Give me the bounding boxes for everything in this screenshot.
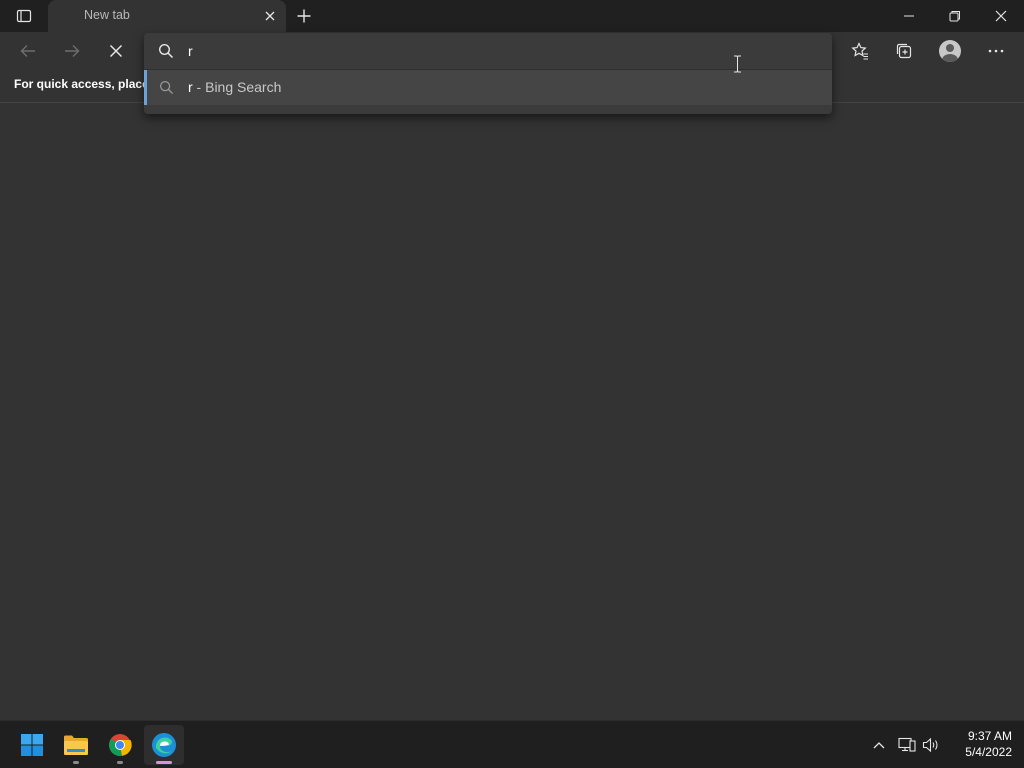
active-indicator <box>156 761 172 764</box>
volume-icon[interactable] <box>920 733 942 757</box>
minimize-icon[interactable] <box>886 0 932 32</box>
address-input[interactable] <box>188 39 788 63</box>
suggestion-suffix: - Bing Search <box>192 79 282 95</box>
search-icon <box>159 80 174 95</box>
chrome-icon <box>109 734 132 757</box>
windows-logo-icon <box>21 734 43 756</box>
back-arrow-icon[interactable] <box>12 35 44 67</box>
collections-icon[interactable] <box>888 35 920 67</box>
suggestion-text: r - Bing Search <box>188 79 281 95</box>
search-icon <box>158 43 174 59</box>
network-icon[interactable] <box>896 733 918 757</box>
running-indicator <box>73 761 79 764</box>
clock-time: 9:37 AM <box>967 729 1012 743</box>
stop-loading-icon[interactable] <box>100 35 132 67</box>
suggestion-bing-search[interactable]: r - Bing Search <box>144 70 832 105</box>
show-hidden-icons-chevron-icon[interactable] <box>868 733 890 757</box>
file-explorer-button[interactable] <box>56 725 96 765</box>
folder-icon <box>64 735 88 755</box>
system-clock[interactable]: 9:37 AM 5/4/2022 <box>948 728 1012 760</box>
restore-icon[interactable] <box>932 0 978 32</box>
text-cursor-icon <box>733 55 742 73</box>
title-bar: New tab <box>0 0 1024 32</box>
tab-close-icon[interactable] <box>260 6 280 26</box>
profile-avatar[interactable] <box>934 35 966 67</box>
tab-actions-icon[interactable] <box>8 4 40 28</box>
selection-accent <box>144 70 147 105</box>
start-button[interactable] <box>12 725 52 765</box>
favorites-star-icon[interactable] <box>844 35 876 67</box>
avatar <box>939 40 961 62</box>
close-window-icon[interactable] <box>978 0 1024 32</box>
forward-arrow-icon[interactable] <box>56 35 88 67</box>
edge-icon <box>152 733 176 757</box>
running-indicator <box>117 761 123 764</box>
tab-new-tab[interactable]: New tab <box>48 0 286 32</box>
address-bar[interactable] <box>144 33 832 69</box>
favorites-bar-hint: For quick access, place y <box>14 77 159 91</box>
clock-date: 5/4/2022 <box>965 745 1012 759</box>
new-tab-icon[interactable] <box>292 4 316 28</box>
address-bar-dropdown: r - Bing Search <box>144 33 832 114</box>
chrome-button[interactable] <box>100 725 140 765</box>
taskbar: 9:37 AM 5/4/2022 <box>0 720 1024 768</box>
edge-button[interactable] <box>144 725 184 765</box>
more-options-icon[interactable] <box>980 35 1012 67</box>
tab-title: New tab <box>84 8 130 22</box>
